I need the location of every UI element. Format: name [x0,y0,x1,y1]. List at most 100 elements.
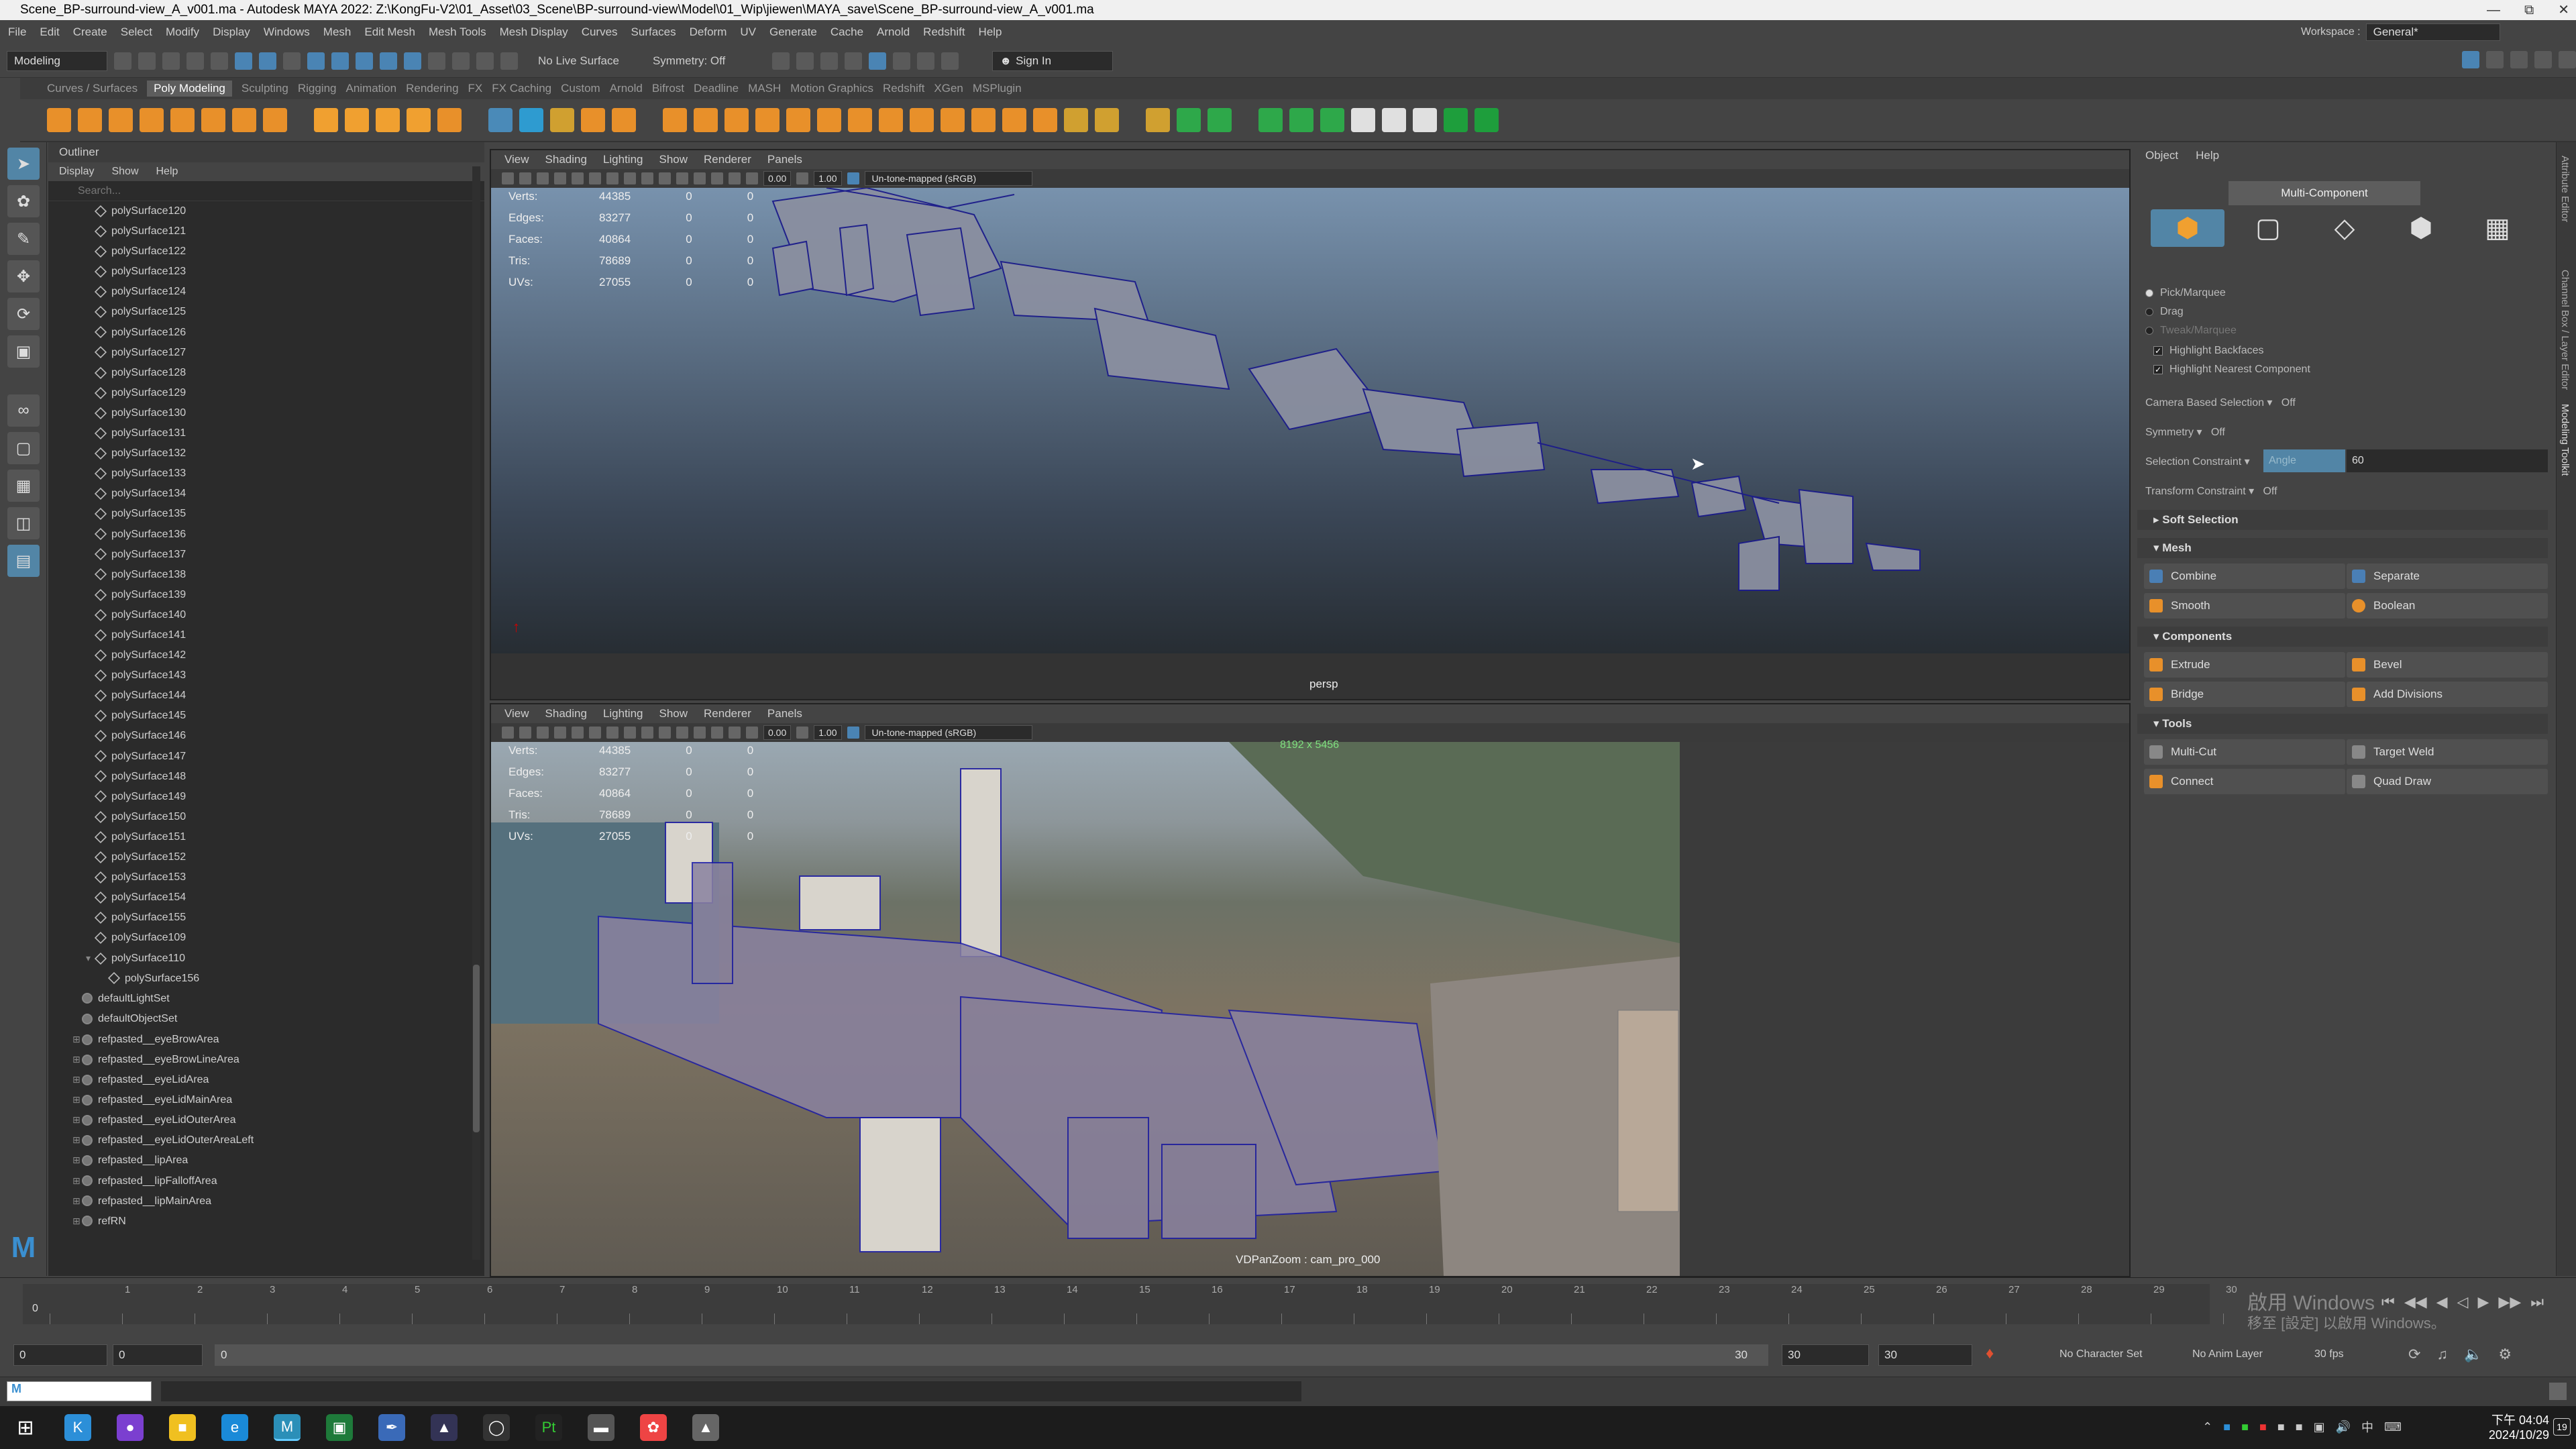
keyboard-icon[interactable]: ⌨ [2384,1420,2402,1434]
arnold-render-icon[interactable] [893,52,911,70]
four-view-icon[interactable]: ▦ [7,470,40,502]
outliner-item[interactable]: polySurface148 [48,767,484,787]
mesh-section[interactable]: ▾ Mesh [2137,538,2548,558]
expand-icon[interactable]: ⊞ [72,1191,82,1211]
outliner-item[interactable]: polySurface123 [48,262,484,282]
quad-draw-button[interactable]: Quad Draw [2347,769,2548,794]
boolean-button[interactable]: Boolean [2347,593,2548,619]
snap-plane-icon[interactable] [404,52,421,70]
shelf-tool-icon[interactable] [314,108,338,132]
outliner-item[interactable]: polySurface127 [48,343,484,363]
shelf-tool-icon[interactable] [1351,108,1375,132]
shelf-tab-redshift[interactable]: Redshift [883,82,924,95]
color-management-icon[interactable] [847,172,859,184]
colorspace-dropdown[interactable]: Un-tone-mapped (sRGB) [864,171,1032,186]
shelf-tool-icon[interactable] [1444,108,1468,132]
outliner-tab[interactable]: Outliner [48,142,484,162]
app-colorful-icon[interactable]: ✿ [640,1414,667,1441]
constraint-type-field[interactable]: Angle [2263,449,2345,472]
constraint-value-field[interactable]: 60 [2347,449,2548,472]
shadows-icon[interactable] [694,172,706,184]
film-gate-icon[interactable] [589,172,601,184]
menu-modify[interactable]: Modify [166,25,199,39]
panel-menu-show[interactable]: Show [659,150,688,169]
shelf-tab-xgen[interactable]: XGen [934,82,963,95]
shelf-tab-mash[interactable]: MASH [748,82,781,95]
hypershade-icon[interactable] [845,52,863,70]
shelf-tool-icon[interactable] [488,108,513,132]
outliner-item[interactable]: polySurface122 [48,241,484,262]
menu-edit[interactable]: Edit [40,25,59,39]
tools-section[interactable]: ▾ Tools [2137,714,2548,734]
network-icon[interactable]: ▣ [2314,1420,2325,1434]
output-ops-icon[interactable] [476,52,494,70]
outliner-item[interactable]: polySurface139 [48,585,484,605]
menu-surfaces[interactable]: Surfaces [631,25,676,39]
anim-end-field[interactable]: 30 [1878,1344,1972,1366]
object-mode-icon[interactable]: ⬢ [2151,209,2224,247]
outliner-item[interactable]: polySurface144 [48,686,484,706]
shelf-tool-icon[interactable] [407,108,431,132]
outliner-item[interactable]: ⊞ refpasted__eyeBrowArea [48,1029,484,1049]
expand-icon[interactable]: ⊞ [72,1049,82,1069]
range-slider[interactable]: 0 30 [215,1344,1768,1366]
expand-icon[interactable]: ⊞ [72,1089,82,1110]
menu-uv[interactable]: UV [740,25,756,39]
layout-side-icon[interactable] [2510,51,2528,68]
shelf-tool-icon[interactable] [879,108,903,132]
live-surface-label[interactable]: No Live Surface [538,54,619,68]
shelf-tool-icon[interactable] [755,108,780,132]
shelf-tool-icon[interactable] [1474,108,1499,132]
camera-scene[interactable]: Verts: 44385 0 0 Edges: 83277 0 0 Faces: 40864 0 0 T… [491,739,1680,1276]
new-scene-icon[interactable] [114,52,131,70]
shelf-tool-icon[interactable] [971,108,996,132]
channel-box-tab[interactable]: Channel Box / Layer Editor [2559,270,2571,390]
shelf-tool-icon[interactable] [201,108,225,132]
transform-constraint-option[interactable]: Transform Constraint ▾ Off [2145,484,2277,498]
shelf-tool-icon[interactable] [724,108,749,132]
film-gate-icon[interactable] [589,727,601,739]
rotate-tool-icon[interactable]: ⟳ [7,298,40,330]
panel-menu-panels[interactable]: Panels [767,704,802,723]
shelf-tool-icon[interactable] [941,108,965,132]
drag-option[interactable]: Drag [2145,306,2184,318]
app-k-icon[interactable]: K [64,1414,91,1441]
outliner-item[interactable]: ⊞ refpasted__lipMainArea [48,1191,484,1211]
camera-icon[interactable] [502,727,514,739]
scrollbar-thumb[interactable] [473,965,480,1132]
tray-app5-icon[interactable]: ■ [2296,1420,2303,1434]
components-section[interactable]: ▾ Components [2137,627,2548,647]
gamma-icon[interactable] [796,727,809,739]
isolate-icon[interactable] [729,727,741,739]
script-editor-icon[interactable] [2549,1383,2567,1400]
pick-marquee-option[interactable]: Pick/Marquee [2145,287,2226,299]
outliner-item[interactable]: polySurface146 [48,726,484,746]
lights-icon[interactable] [676,172,688,184]
outliner-item[interactable]: polySurface154 [48,888,484,908]
pause-icon[interactable] [941,52,959,70]
shelf-tool-icon[interactable] [47,108,71,132]
wireframe-icon[interactable] [624,727,636,739]
expand-icon[interactable]: ⊞ [72,1029,82,1049]
outliner-item[interactable]: polySurface130 [48,403,484,423]
render-settings-icon[interactable] [820,52,839,70]
shelf-tool-icon[interactable] [786,108,810,132]
monitor-app-icon[interactable]: ▣ [326,1414,353,1441]
speaker-icon[interactable]: 🔈 [2464,1346,2482,1363]
shelf-tool-icon[interactable] [519,108,543,132]
tray-app2-icon[interactable]: ■ [2241,1420,2249,1434]
colorspace-dropdown[interactable]: Un-tone-mapped (sRGB) [864,725,1032,740]
shelf-tab-custom[interactable]: Custom [561,82,600,95]
step-forward-icon[interactable]: ▶▶ [2498,1293,2521,1311]
outliner-item[interactable]: ⊞ refpasted__eyeLidArea [48,1069,484,1089]
outliner-item[interactable]: polySurface140 [48,605,484,625]
outliner-item[interactable]: polySurface142 [48,645,484,665]
select-object-icon[interactable] [259,52,276,70]
layout-four-icon[interactable] [2486,51,2504,68]
outliner-item[interactable]: defaultLightSet [48,989,484,1009]
sound-icon[interactable]: ♫ [2436,1346,2448,1363]
symmetry-option[interactable]: Symmetry ▾ Off [2145,425,2225,439]
outliner-item[interactable]: polySurface121 [48,221,484,241]
windows-start-icon[interactable]: ⊞ [12,1414,39,1441]
layout-outliner-icon[interactable] [2534,51,2552,68]
